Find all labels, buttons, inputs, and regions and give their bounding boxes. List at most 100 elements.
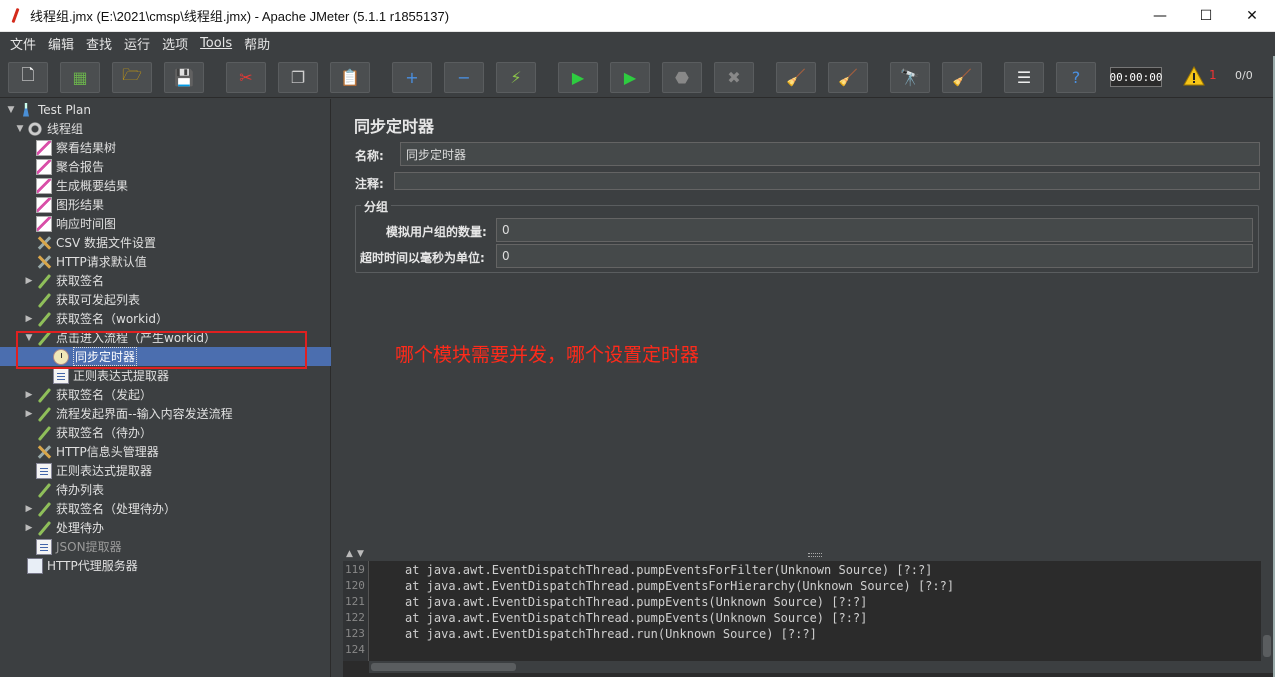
tree-node[interactable]: 获取可发起列表 (0, 290, 331, 309)
timer-icon (53, 348, 69, 365)
annotation-text: 哪个模块需要并发，哪个设置定时器 (395, 344, 700, 366)
collapsed-arrow-icon[interactable]: ▶ (24, 390, 34, 400)
collapsed-arrow-icon[interactable]: ▶ (24, 523, 34, 533)
menu-help[interactable]: 帮助 (238, 34, 276, 53)
tree-node[interactable]: 响应时间图 (0, 214, 331, 233)
line-number: 120 (345, 579, 365, 592)
collapsed-arrow-icon[interactable]: ▶ (24, 504, 34, 514)
name-label: 名称: (355, 149, 384, 163)
vertical-splitter[interactable] (331, 99, 343, 677)
elapsed-timer: 00:00:00 (1110, 67, 1163, 87)
tree-node[interactable]: ▶ 获取签名（发起） (0, 385, 331, 404)
tree-node[interactable]: ▶ 获取签名 (0, 271, 331, 290)
tree-node[interactable]: CSV 数据文件设置 (0, 233, 331, 252)
log-line: at java.awt.EventDispatchThread.pumpEven… (405, 595, 868, 609)
proxy-icon (27, 557, 43, 574)
new-button[interactable]: 🗋 (8, 62, 48, 93)
sampler-icon (36, 406, 52, 422)
reset-search-button[interactable]: 🧹 (942, 62, 982, 93)
tree-node[interactable]: 察看结果树 (0, 138, 331, 157)
tree-node[interactable]: ▶ 流程发起界面--输入内容发送流程 (0, 404, 331, 423)
tree-node[interactable]: 同步定时器 (0, 347, 331, 366)
sampler-icon (36, 311, 52, 327)
templates-button[interactable]: ▦ (60, 62, 100, 93)
tree-node[interactable]: JSON提取器 (0, 537, 331, 556)
name-field[interactable]: 同步定时器 (400, 142, 1260, 166)
line-number: 123 (345, 627, 365, 640)
menu-edit[interactable]: 编辑 (42, 34, 80, 53)
warning-icon[interactable] (1183, 66, 1205, 86)
log-horizontal-scrollbar[interactable] (369, 661, 1273, 673)
start-icon: ▶ (571, 68, 585, 87)
stop-button[interactable]: ⬣ (662, 62, 702, 93)
tree-node-label: 流程发起界面--输入内容发送流程 (56, 407, 233, 421)
function-helper-button[interactable]: ☰ (1004, 62, 1044, 93)
start-no-pauses-button[interactable]: ▶ (610, 62, 650, 93)
tree-node[interactable]: 待办列表 (0, 480, 331, 499)
tree-node[interactable]: HTTP请求默认值 (0, 252, 331, 271)
collapsed-arrow-icon[interactable]: ▶ (24, 314, 34, 324)
collapse-button[interactable]: − (444, 62, 484, 93)
tree-node[interactable]: ▼ Test Plan (0, 100, 331, 119)
expanded-arrow-icon[interactable]: ▼ (24, 333, 34, 343)
tree-node[interactable]: 图形结果 (0, 195, 331, 214)
collapse-up-icon[interactable]: ▲ (346, 549, 353, 559)
menu-file[interactable]: 文件 (4, 34, 42, 53)
tree-node[interactable]: 正则表达式提取器 (0, 461, 331, 480)
tree-node-label: 获取签名（处理待办） (56, 502, 177, 516)
start-button[interactable]: ▶ (558, 62, 598, 93)
log-viewer[interactable]: 119 at java.awt.EventDispatchThread.pumpE… (343, 561, 1273, 677)
tree-node[interactable]: 聚合报告 (0, 157, 331, 176)
scroll-thumb[interactable] (1263, 635, 1271, 657)
menu-search[interactable]: 查找 (80, 34, 118, 53)
minimize-button[interactable]: — (1137, 0, 1183, 32)
users-field[interactable]: 0 (496, 218, 1253, 242)
comment-label: 注释: (355, 177, 384, 191)
horizontal-splitter[interactable]: ▲ ▼ (343, 549, 1273, 561)
tree-node[interactable]: ▶ 获取签名（处理待办） (0, 499, 331, 518)
copy-button[interactable]: ❐ (278, 62, 318, 93)
shutdown-button[interactable]: ✖ (714, 62, 754, 93)
tree-node[interactable]: 生成概要结果 (0, 176, 331, 195)
tree-node[interactable]: 正则表达式提取器 (0, 366, 331, 385)
collapsed-arrow-icon[interactable]: ▶ (24, 409, 34, 419)
tree-node[interactable]: ▶ 获取签名（workid） (0, 309, 331, 328)
gear-icon (27, 120, 43, 137)
sampler-icon (36, 520, 52, 536)
scroll-thumb[interactable] (371, 663, 516, 671)
tree-node[interactable]: HTTP代理服务器 (0, 556, 331, 575)
tree-node-label: 正则表达式提取器 (56, 464, 153, 478)
toggle-button[interactable]: ⚡ (496, 62, 536, 93)
tree-node[interactable]: ▶ 处理待办 (0, 518, 331, 537)
log-vertical-scrollbar[interactable] (1261, 561, 1273, 661)
tree-node[interactable]: ▼ 线程组 (0, 119, 331, 138)
cut-button[interactable]: ✂ (226, 62, 266, 93)
sampler-icon (36, 330, 52, 346)
comment-field[interactable] (394, 172, 1260, 190)
collapse-down-icon[interactable]: ▼ (357, 549, 364, 559)
close-button[interactable]: ✕ (1229, 0, 1275, 32)
expand-button[interactable]: + (392, 62, 432, 93)
clear-all-button[interactable]: 🧹 (828, 62, 868, 93)
open-button[interactable]: 🗁 (112, 62, 152, 93)
clear-button[interactable]: 🧹 (776, 62, 816, 93)
expanded-arrow-icon[interactable]: ▼ (6, 105, 16, 115)
help-button[interactable]: ? (1056, 62, 1096, 93)
menu-options[interactable]: 选项 (156, 34, 194, 53)
timeout-field[interactable]: 0 (496, 244, 1253, 268)
tree-node[interactable]: ▼ 点击进入流程（产生workid） (0, 328, 331, 347)
graph-icon (36, 196, 52, 213)
paste-button[interactable]: 📋 (330, 62, 370, 93)
tree-node[interactable]: HTTP信息头管理器 (0, 442, 331, 461)
menu-tools[interactable]: Tools (194, 36, 238, 51)
expanded-arrow-icon[interactable]: ▼ (15, 124, 25, 134)
tree-node-label: CSV 数据文件设置 (56, 236, 157, 250)
menu-run[interactable]: 运行 (118, 34, 156, 53)
save-button[interactable]: 💾 (164, 62, 204, 93)
collapsed-arrow-icon[interactable]: ▶ (24, 276, 34, 286)
tree-node[interactable]: 获取签名（待办） (0, 423, 331, 442)
maximize-button[interactable]: ☐ (1183, 0, 1229, 32)
search-button[interactable]: 🔭 (890, 62, 930, 93)
tree-node-label: HTTP代理服务器 (47, 559, 138, 573)
window-controls: — ☐ ✕ (1137, 0, 1275, 32)
